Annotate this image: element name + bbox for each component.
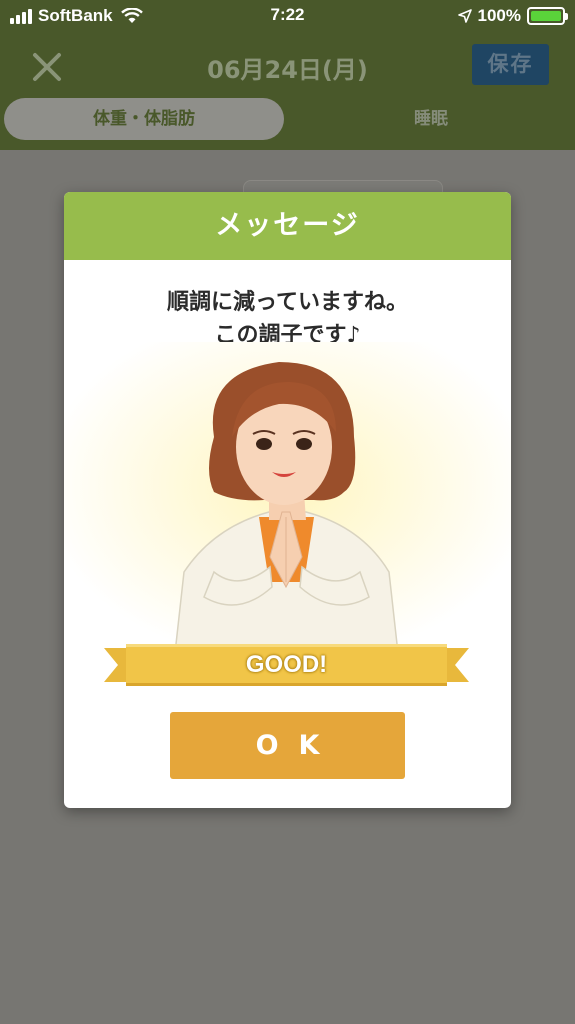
message-line-1: 順調に減っていますね。 [167, 290, 408, 315]
app-header: 06月24日(月) 保存 体重・体脂肪 睡眠 [0, 32, 575, 150]
dialog-title: メッセージ [64, 192, 511, 260]
location-arrow-icon [457, 9, 472, 23]
good-badge: GOOD! [245, 651, 328, 678]
tab-weight-body-fat[interactable]: 体重・体脂肪 [4, 98, 284, 140]
status-right: 100% [457, 6, 568, 26]
tab-bar: 体重・体脂肪 睡眠 [0, 98, 575, 142]
ok-button[interactable]: OK [170, 712, 405, 779]
save-button[interactable]: 保存 [472, 44, 549, 85]
tab-sleep[interactable]: 睡眠 [290, 98, 572, 140]
status-bar: SoftBank 7:22 100% [0, 0, 575, 32]
ribbon-label-wrap: GOOD! [104, 644, 469, 686]
battery-percent: 100% [477, 6, 521, 25]
message-dialog: メッセージ 順調に減っていますね。 この調子です♪ GOOD! OK [64, 192, 511, 808]
advisor-illustration [64, 342, 511, 662]
battery-icon [527, 7, 568, 25]
